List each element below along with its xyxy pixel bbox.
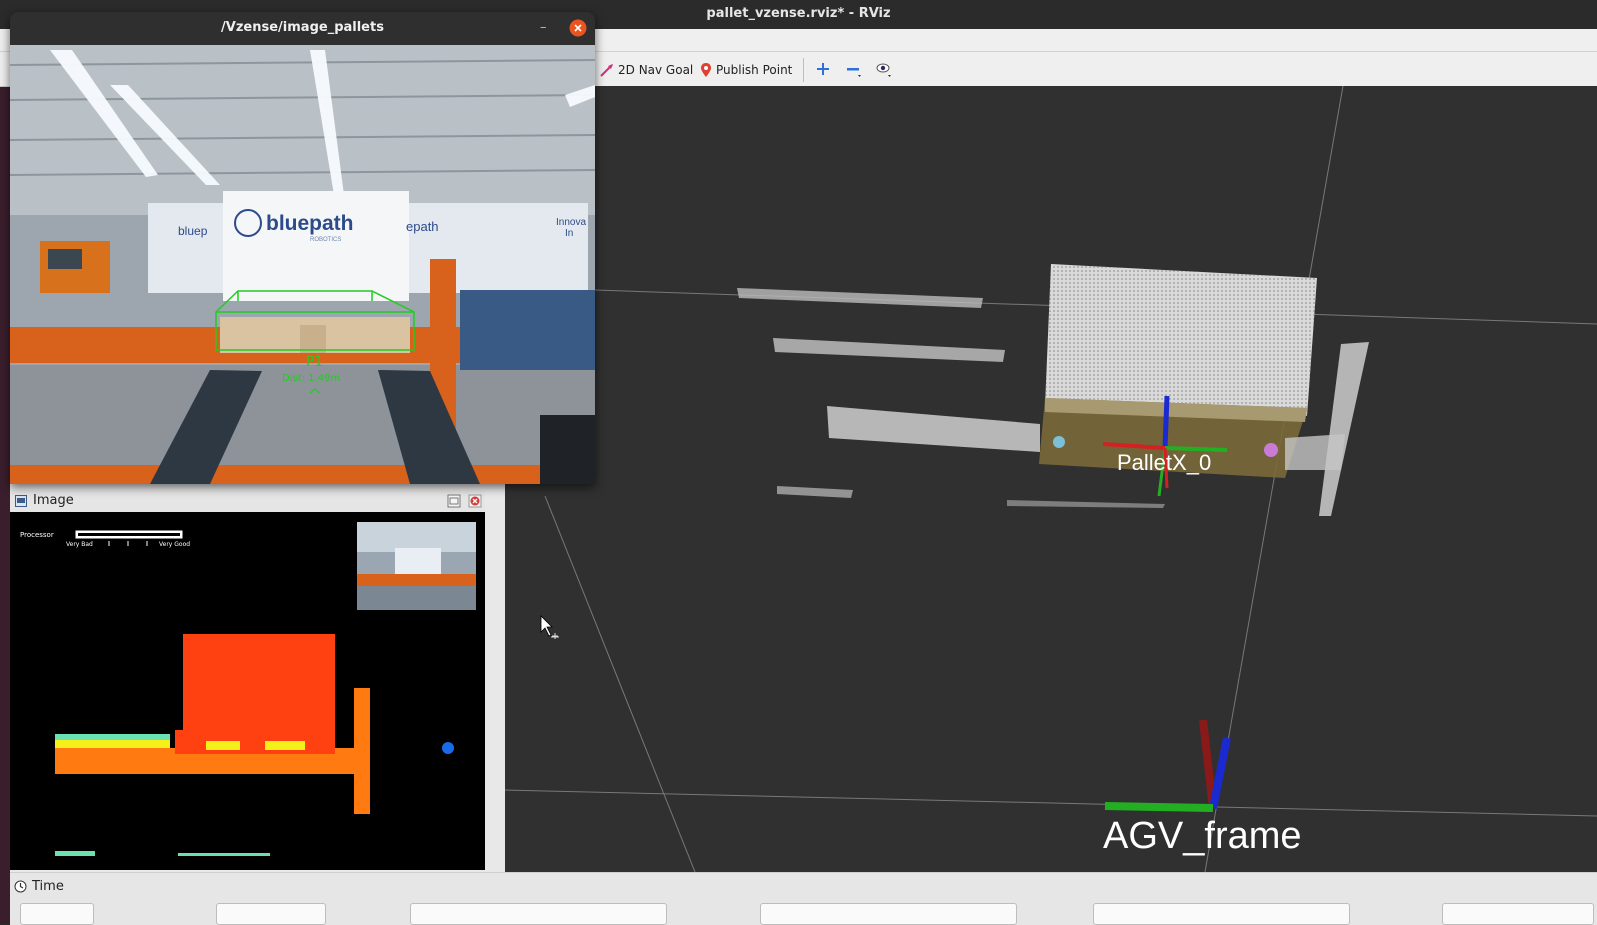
time-panel: Time bbox=[10, 872, 1597, 925]
publish-point-button[interactable]: Publish Point bbox=[700, 60, 792, 80]
image-icon bbox=[15, 495, 27, 507]
camera-window-title: /Vzense/image_pallets bbox=[221, 20, 384, 35]
nav-goal-label: 2D Nav Goal bbox=[618, 63, 694, 77]
image-panel-title: Image bbox=[33, 493, 74, 508]
agv-frame-axes bbox=[1104, 719, 1231, 812]
time-field[interactable] bbox=[216, 903, 326, 925]
time-field[interactable] bbox=[410, 903, 667, 925]
warehouse-scene: bluepath ROBOTICS bluep epath Innova In bbox=[10, 45, 595, 484]
camera-window[interactable]: /Vzense/image_pallets – bluepath ROBOTIC… bbox=[10, 12, 595, 484]
banner-sub: ROBOTICS bbox=[310, 237, 341, 243]
mouse-cursor-icon bbox=[540, 615, 559, 639]
banner-brand: bluepath bbox=[266, 212, 354, 235]
time-field[interactable] bbox=[20, 903, 94, 925]
image-panel-header: Image bbox=[10, 490, 485, 512]
image-panel-view: Processor Very Bad Very Good bbox=[10, 512, 485, 870]
detection-distance: Dist: 1.49m bbox=[282, 373, 340, 384]
undock-icon[interactable] bbox=[447, 494, 461, 508]
rviz-window-title: pallet_vzense.rviz* - RViz bbox=[706, 6, 891, 21]
banner-far-right: Innova bbox=[556, 217, 586, 228]
time-panel-title: Time bbox=[32, 879, 64, 894]
depth-image: Processor Very Bad Very Good bbox=[10, 512, 485, 870]
agv-frame-label: AGV_frame bbox=[1103, 815, 1302, 857]
depth-pallet-load bbox=[183, 634, 335, 740]
time-field[interactable] bbox=[1442, 903, 1594, 925]
close-icon[interactable] bbox=[569, 19, 587, 37]
pallet-frame-label: PalletX_0 bbox=[1117, 450, 1211, 475]
clock-icon bbox=[14, 880, 27, 893]
scale-right-label: Very Good bbox=[159, 541, 190, 548]
toolbar-separator bbox=[803, 58, 804, 82]
minus-icon[interactable] bbox=[845, 61, 861, 77]
camera-thumbnail bbox=[357, 522, 476, 610]
depth-rack-post bbox=[354, 688, 370, 814]
banner-far-right-2: In bbox=[565, 228, 573, 239]
camera-window-titlebar[interactable]: /Vzense/image_pallets – bbox=[10, 12, 595, 45]
banner-side-left: bluep bbox=[178, 224, 208, 238]
scale-left-label: Very Bad bbox=[66, 541, 93, 548]
nav-goal-button[interactable]: 2D Nav Goal bbox=[600, 60, 693, 80]
3d-view[interactable]: PalletX_0 AGV_frame bbox=[505, 86, 1597, 872]
processor-bar-track bbox=[78, 533, 180, 536]
time-field[interactable] bbox=[1093, 903, 1350, 925]
map-pin-icon bbox=[701, 63, 711, 77]
publish-point-label: Publish Point bbox=[716, 63, 793, 77]
camera-image: bluepath ROBOTICS bluep epath Innova In bbox=[10, 45, 595, 484]
eye-icon[interactable] bbox=[875, 61, 891, 77]
3d-scene[interactable]: PalletX_0 AGV_frame bbox=[505, 86, 1597, 872]
minimize-icon[interactable]: – bbox=[540, 12, 547, 44]
arrow-icon bbox=[600, 64, 613, 77]
grid bbox=[505, 86, 1597, 872]
desktop-background bbox=[0, 0, 10, 924]
detection-label: P1 bbox=[306, 354, 323, 370]
banner-side-right: epath bbox=[406, 219, 439, 234]
close-icon[interactable] bbox=[468, 494, 482, 508]
plus-icon[interactable] bbox=[815, 61, 831, 77]
processor-label: Processor bbox=[20, 531, 54, 539]
time-field[interactable] bbox=[760, 903, 1017, 925]
